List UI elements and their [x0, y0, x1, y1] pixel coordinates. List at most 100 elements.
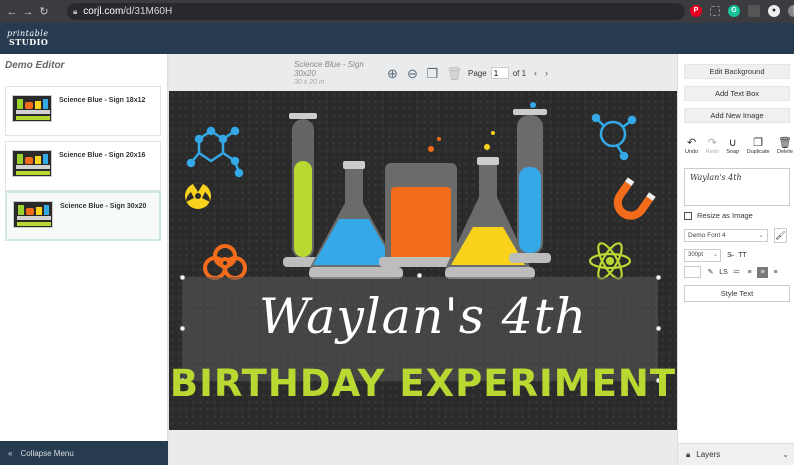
pinterest-icon[interactable]: P [690, 5, 702, 17]
add-text-box-button[interactable]: Add Text Box [684, 86, 790, 101]
text-content-field[interactable]: Waylan's 4th [684, 168, 790, 206]
grammarly-icon[interactable]: G [728, 5, 740, 17]
next-page-icon[interactable]: › [545, 68, 548, 78]
snap-button[interactable]: ∪ Snap [726, 137, 739, 155]
zoom-out-icon[interactable]: ⊖ [406, 66, 419, 82]
panel-title: Demo Editor [5, 60, 65, 71]
undo-button[interactable]: ↶ Undo [685, 137, 698, 155]
back-icon[interactable]: ← [4, 6, 20, 18]
name-text[interactable]: Waylan's 4th [169, 288, 677, 345]
align-center-icon[interactable]: ≡ [757, 267, 768, 278]
prev-page-icon[interactable]: ‹ [534, 68, 537, 78]
template-card[interactable]: Science Blue - Sign 18x12 [5, 86, 161, 136]
url-host: corjl.com [83, 6, 124, 17]
resize-label: Resize as Image [697, 211, 753, 220]
letter-spacing-icon[interactable]: LS [718, 267, 729, 278]
align-right-icon[interactable]: ≡ [770, 267, 781, 278]
page-input[interactable] [490, 67, 509, 79]
paint-bucket-icon[interactable]: 🖌︎ [774, 228, 787, 243]
font-select[interactable]: Demo Font 4 ⌄ [684, 229, 768, 242]
template-card[interactable]: Science Blue - Sign 20x16 [5, 141, 161, 191]
beaker-orange [379, 137, 463, 267]
extension-icon[interactable] [748, 5, 760, 17]
menu-icon[interactable]: ⋮ [788, 5, 794, 17]
resize-handle[interactable] [180, 275, 185, 280]
reload-icon[interactable]: ↻ [36, 5, 52, 18]
font-size-select[interactable]: 300pt ⌄ [684, 249, 721, 262]
page-navigator: Page of 1 ‹ › [468, 67, 548, 79]
snap-icon: ∪ [728, 137, 737, 149]
extension-grid-icon[interactable] [710, 6, 720, 16]
extensions: P G ● ⋮ [690, 5, 794, 17]
profile-icon[interactable]: ● [768, 5, 780, 17]
delete-icon: 🗑︎ [778, 137, 792, 149]
style-text-button[interactable]: Style Text [684, 285, 790, 302]
zoom-in-icon[interactable]: ⊕ [386, 66, 399, 82]
biohazard-icon [203, 244, 247, 280]
lock-icon: 🔒︎ [73, 6, 78, 16]
zoom-tools: ⊕ ⊖ ❐ 🗑︎ [386, 66, 463, 82]
page-label: Page [468, 68, 487, 78]
layers-toggle[interactable]: 🔒︎ Layers ⌄ [678, 443, 794, 465]
atom-icon [588, 242, 632, 280]
resize-handle[interactable] [417, 273, 422, 278]
document-size: 30 x 20 in [294, 79, 325, 86]
redo-icon: ↷ [707, 137, 717, 149]
duplicate-icon: ❐ [753, 137, 764, 149]
align-left-icon[interactable]: ≡ [744, 267, 755, 278]
address-bar[interactable]: 🔒︎ corjl.com/d/31M60H ⌕ ☆ [67, 3, 794, 465]
chevron-down-icon: ⌄ [712, 252, 718, 258]
text-transform-icon[interactable]: TT [737, 250, 748, 261]
magnet-icon [613, 177, 656, 220]
text-style-tools: S̶ TT [724, 250, 748, 261]
template-thumbnail [12, 150, 52, 177]
logo[interactable]: printable STUDIO [7, 29, 49, 47]
molecule-right-icon [591, 113, 637, 161]
app-header: printable STUDIO [0, 23, 794, 54]
collapse-label: Collapse Menu [20, 448, 74, 458]
template-panel: Demo Editor Science Blue - Sign 18x12 Sc… [0, 54, 168, 465]
resize-checkbox[interactable] [684, 211, 692, 220]
molecule-icon [186, 126, 244, 178]
canvas-toolbar: Science Blue - Sign 30x20 30 x 20 in ⊕ ⊖… [169, 54, 677, 91]
document-info: Science Blue - Sign 30x20 30 x 20 in [294, 60, 374, 87]
document-title: Science Blue - Sign 30x20 [294, 60, 364, 78]
edit-actions: ↶ Undo ↷ Redo ∪ Snap ❐ Duplicate 🗑︎ Delete [685, 137, 793, 155]
strikethrough-icon[interactable]: S̶ [724, 250, 735, 261]
duplicate-button[interactable]: ❐ Duplicate [747, 137, 770, 155]
template-name: Science Blue - Sign 18x12 [59, 97, 146, 104]
properties-panel: Edit Background Add Text Box Add New Ima… [677, 54, 794, 465]
resize-handle[interactable] [656, 275, 661, 280]
test-tube-green [283, 113, 323, 267]
lock-icon: 🔒︎ [686, 449, 691, 459]
double-chevron-left-icon: « [8, 448, 13, 458]
chevron-down-icon: ⌄ [782, 450, 789, 459]
eyedropper-icon[interactable]: ✎ [705, 267, 716, 278]
canvas-bottom-area [169, 430, 677, 465]
add-new-image-button[interactable]: Add New Image [684, 108, 790, 123]
radiation-icon [185, 183, 211, 209]
page-count: of 1 [512, 68, 527, 78]
alignment-tools: ✎ LS ≔ ≡ ≡ ≡ [705, 267, 781, 278]
template-card-selected[interactable]: Science Blue - Sign 30x20 [5, 191, 161, 241]
undo-icon: ↶ [686, 137, 697, 149]
edit-background-button[interactable]: Edit Background [684, 64, 790, 79]
text-color-swatch[interactable] [684, 266, 701, 278]
chevron-down-icon: ⌄ [758, 232, 764, 239]
template-name: Science Blue - Sign 20x16 [59, 152, 146, 159]
url-path: /d/31M60H [123, 6, 173, 17]
design-canvas[interactable]: Waylan's 4th BIRTHDAY EXPERIMENT [169, 91, 677, 430]
collapse-menu-button[interactable]: « Collapse Menu [0, 441, 168, 465]
forward-icon[interactable]: → [20, 6, 36, 18]
redo-button[interactable]: ↷ Redo [706, 137, 719, 155]
resize-as-image-option[interactable]: Resize as Image [684, 211, 753, 220]
template-name: Science Blue - Sign 30x20 [60, 203, 147, 210]
copy-icon[interactable]: ❐ [426, 66, 439, 82]
browser-toolbar: ← → ↻ 🔒︎ corjl.com/d/31M60H ⌕ ☆ P G ● ⋮ [0, 0, 794, 465]
subtitle-text[interactable]: BIRTHDAY EXPERIMENT [169, 363, 677, 405]
line-height-icon[interactable]: ≔ [731, 267, 742, 278]
trash-icon[interactable]: 🗑︎ [446, 66, 463, 82]
template-thumbnail [13, 201, 53, 228]
delete-button[interactable]: 🗑︎ Delete [777, 137, 793, 155]
template-thumbnail [12, 95, 52, 122]
